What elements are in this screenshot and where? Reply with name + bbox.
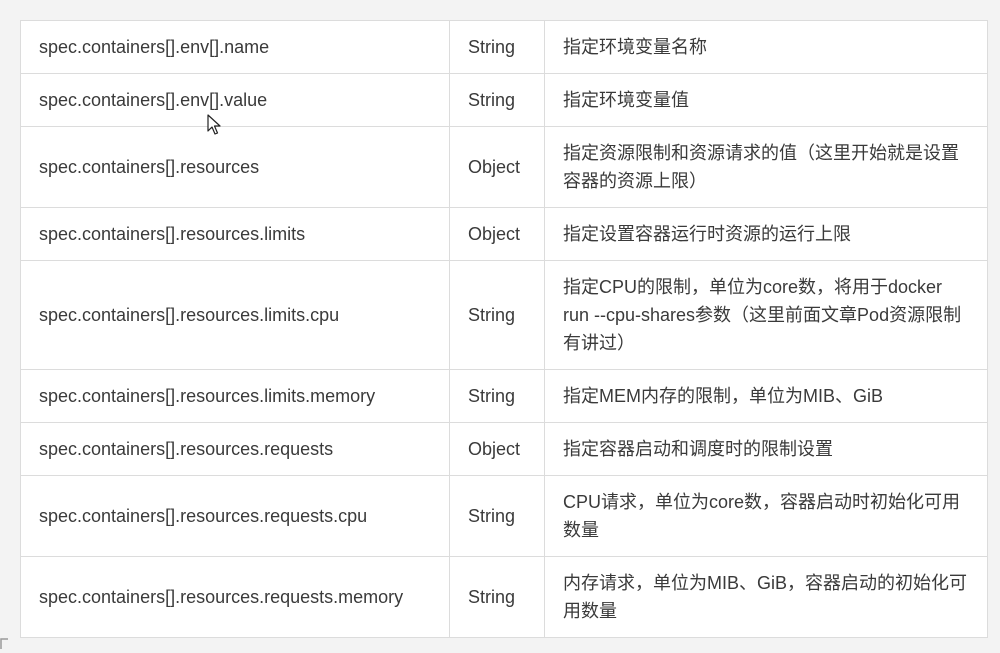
param-desc-cell: 指定资源限制和资源请求的值（这里开始就是设置容器的资源上限） <box>544 126 988 208</box>
param-desc-cell: CPU请求，单位为core数，容器启动时初始化可用数量 <box>544 475 988 557</box>
param-type-cell: String <box>449 475 545 557</box>
param-type-cell: String <box>449 369 545 423</box>
param-name-cell: spec.containers[].env[].value <box>20 73 450 127</box>
table-row: spec.containers[].env[].value String 指定环… <box>20 73 988 127</box>
param-type-cell: String <box>449 73 545 127</box>
param-type-cell: Object <box>449 126 545 208</box>
spec-parameters-table: spec.containers[].env[].name String 指定环境… <box>20 20 988 638</box>
corner-handle-icon <box>0 638 8 649</box>
param-name-cell: spec.containers[].resources.requests.mem… <box>20 556 450 638</box>
mouse-pointer-icon <box>207 114 221 135</box>
param-name-cell: spec.containers[].resources.limits <box>20 207 450 261</box>
param-name-cell: spec.containers[].resources.requests <box>20 422 450 476</box>
param-name-cell: spec.containers[].resources.limits.memor… <box>20 369 450 423</box>
table-row: spec.containers[].resources Object 指定资源限… <box>20 126 988 208</box>
param-desc-cell: 指定CPU的限制，单位为core数，将用于docker run --cpu-sh… <box>544 260 988 370</box>
param-desc-cell: 指定设置容器运行时资源的运行上限 <box>544 207 988 261</box>
param-type-cell: String <box>449 260 545 370</box>
table-row: spec.containers[].resources.requests.cpu… <box>20 475 988 557</box>
param-desc-cell: 指定环境变量名称 <box>544 20 988 74</box>
param-type-cell: String <box>449 556 545 638</box>
table-row: spec.containers[].resources.requests Obj… <box>20 422 988 476</box>
param-name-cell: spec.containers[].resources.limits.cpu <box>20 260 450 370</box>
table-row: spec.containers[].resources.limits.memor… <box>20 369 988 423</box>
table-row: spec.containers[].resources.limits Objec… <box>20 207 988 261</box>
param-desc-cell: 指定环境变量值 <box>544 73 988 127</box>
table-row: spec.containers[].resources.requests.mem… <box>20 556 988 638</box>
param-type-cell: String <box>449 20 545 74</box>
document-view: spec.containers[].env[].name String 指定环境… <box>0 0 1000 653</box>
param-type-cell: Object <box>449 422 545 476</box>
param-type-cell: Object <box>449 207 545 261</box>
param-name-cell: spec.containers[].resources.requests.cpu <box>20 475 450 557</box>
param-name-cell: spec.containers[].env[].name <box>20 20 450 74</box>
param-desc-cell: 内存请求，单位为MIB、GiB，容器启动的初始化可用数量 <box>544 556 988 638</box>
param-name-cell: spec.containers[].resources <box>20 126 450 208</box>
param-desc-cell: 指定MEM内存的限制，单位为MIB、GiB <box>544 369 988 423</box>
param-desc-cell: 指定容器启动和调度时的限制设置 <box>544 422 988 476</box>
table-row: spec.containers[].resources.limits.cpu S… <box>20 260 988 370</box>
table-row: spec.containers[].env[].name String 指定环境… <box>20 20 988 74</box>
